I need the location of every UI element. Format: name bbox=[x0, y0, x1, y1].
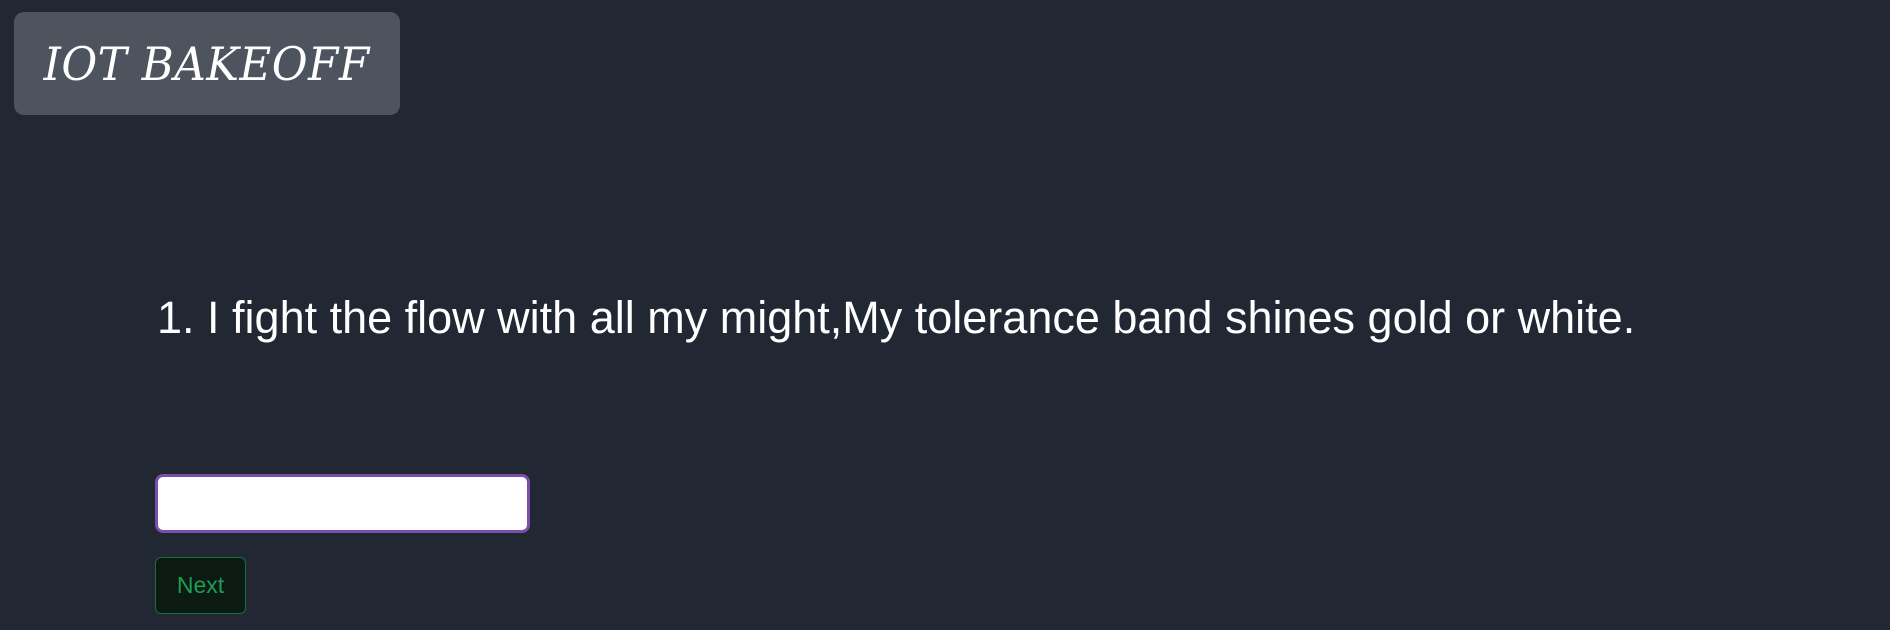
next-button[interactable]: Next bbox=[155, 557, 246, 614]
logo-text: IOT BAKEOFF bbox=[43, 36, 371, 91]
question-text: 1. I fight the flow with all my might,My… bbox=[157, 292, 1636, 343]
answer-input[interactable] bbox=[155, 474, 530, 533]
logo: IOT BAKEOFF bbox=[14, 12, 400, 115]
